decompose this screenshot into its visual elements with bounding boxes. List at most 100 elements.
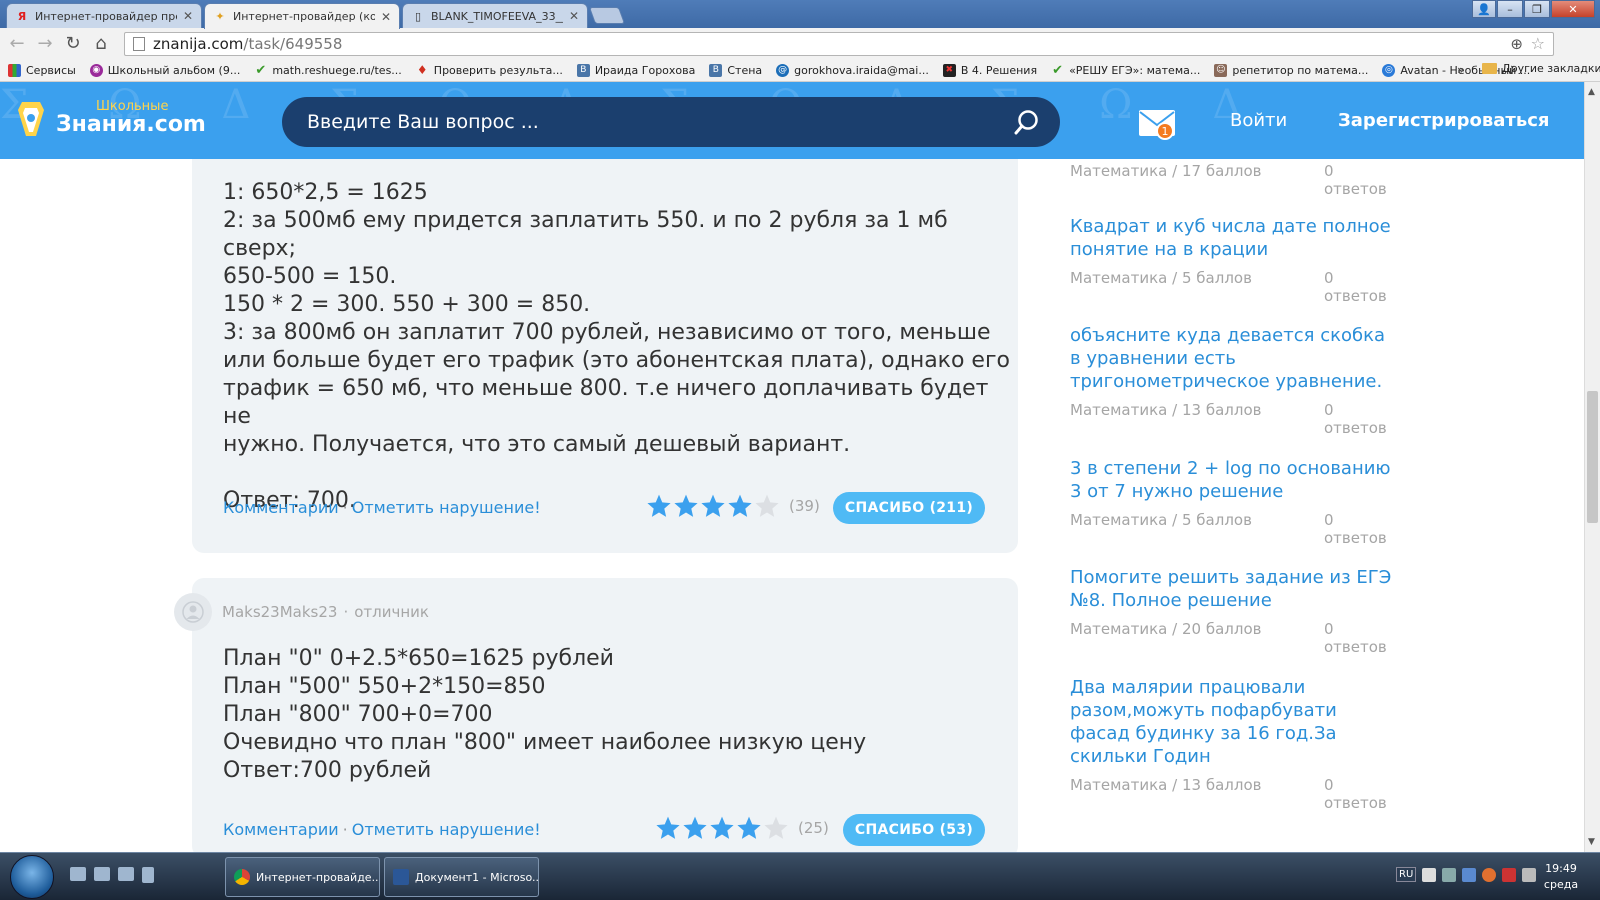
question-subject[interactable]: Математика <box>1070 401 1167 419</box>
sidebar-question: Математика / 17 баллов 0 ответов <box>1070 162 1400 198</box>
home-icon[interactable]: ⌂ <box>90 33 112 55</box>
question-subject[interactable]: Математика <box>1070 269 1167 287</box>
user-icon[interactable]: 👤 <box>1472 0 1496 18</box>
scroll-up-arrow-icon[interactable]: ▲ <box>1588 87 1595 97</box>
answer-rating[interactable]: (39) <box>646 493 820 519</box>
bookmarks-overflow-button[interactable]: » <box>1457 63 1464 77</box>
bookmark-item[interactable]: ◉ Школьный альбом (9... <box>89 63 240 77</box>
rating-star-icon[interactable] <box>646 493 672 519</box>
bookmark-item[interactable]: ✔ math.reshuege.ru/tes... <box>254 62 401 78</box>
system-tray: RU <box>1396 867 1537 882</box>
comments-link[interactable]: Комментарии <box>223 498 339 517</box>
rating-star-icon[interactable] <box>673 493 699 519</box>
volume-icon[interactable] <box>1522 867 1537 882</box>
tray-arrow-icon[interactable] <box>1442 867 1457 882</box>
question-title-link[interactable]: объясните куда девается скобка в уравнен… <box>1070 324 1400 393</box>
other-bookmarks-folder[interactable]: Другие закладки <box>1482 62 1600 75</box>
address-bar[interactable]: znanija.com/task/649558 ⊕ ☆ <box>124 32 1554 56</box>
network-icon[interactable] <box>1462 867 1477 882</box>
restore-button[interactable]: ❐ <box>1524 0 1550 18</box>
taskbar-word-window[interactable]: Документ1 - Microso... <box>384 857 539 897</box>
page-scrollbar[interactable]: ▲ ▼ <box>1584 82 1600 852</box>
question-title-link[interactable]: Квадрат и куб числа дате полное понятие … <box>1070 215 1400 261</box>
person-icon: ☺ <box>1214 63 1228 77</box>
checkmark-icon: ✔ <box>255 62 267 78</box>
site-logo[interactable]: Школьные Знания.com <box>14 96 206 140</box>
security-shield-icon[interactable] <box>1502 867 1517 882</box>
rating-star-icon[interactable] <box>727 493 753 519</box>
rating-star-icon[interactable] <box>709 815 735 841</box>
tab-2[interactable]: ✦ Интернет-провайдер (комп ✕ <box>204 3 400 29</box>
answer-line: 150 * 2 = 300. 550 + 300 = 850. <box>223 292 591 317</box>
answer-line: 2: за 500мб ему придется заплатить 550. … <box>223 208 948 261</box>
comments-link[interactable]: Комментарии <box>223 820 339 839</box>
language-indicator[interactable]: RU <box>1396 867 1417 882</box>
question-subject[interactable]: Математика <box>1070 776 1167 794</box>
bookmark-item[interactable]: ✔ «РЕШУ ЕГЭ»: матема... <box>1051 63 1200 78</box>
rating-star-icon[interactable] <box>763 815 789 841</box>
login-link[interactable]: Войти <box>1230 110 1287 131</box>
word-icon <box>393 869 409 885</box>
document-icon: ▯ <box>414 9 422 23</box>
new-tab-button[interactable] <box>588 7 626 24</box>
report-violation-link[interactable]: Отметить нарушение! <box>352 820 541 839</box>
bookmark-item[interactable]: ✖ В 4. Решения <box>942 63 1037 77</box>
question-title-link[interactable]: Помогите решить задание из ЕГЭ №8. Полно… <box>1070 566 1400 612</box>
question-search-input[interactable] <box>307 111 997 133</box>
close-tab-icon[interactable]: ✕ <box>183 9 193 23</box>
register-link[interactable]: Зарегистрироваться <box>1338 110 1549 131</box>
bookmark-star-icon[interactable]: ☆ <box>1531 34 1545 53</box>
antivirus-icon[interactable] <box>1482 867 1497 882</box>
minimize-button[interactable]: – <box>1497 0 1523 18</box>
question-subject[interactable]: Математика <box>1070 162 1167 180</box>
system-clock[interactable]: 19:49 среда <box>1536 861 1586 893</box>
zoom-icon[interactable]: ⊕ <box>1510 35 1523 53</box>
question-title-link[interactable]: Два малярии працювали разом,можуть пофар… <box>1070 676 1400 768</box>
author-username[interactable]: Maks23Maks23 <box>222 603 337 621</box>
answer-line: Ответ:700 рублей <box>223 758 432 783</box>
media-icon[interactable] <box>118 867 134 881</box>
bookmark-item[interactable]: ♦ Проверить результа... <box>416 63 563 77</box>
answer-rating[interactable]: (25) <box>655 815 829 841</box>
answer-author: Maks23Maks23 · отличник <box>174 593 429 631</box>
thanks-button[interactable]: СПАСИБО (211) <box>833 492 985 524</box>
reload-icon[interactable]: ↻ <box>62 33 84 55</box>
bookmark-item[interactable]: B Ираида Горохова <box>576 63 695 77</box>
forward-arrow-icon[interactable]: → <box>34 33 56 55</box>
thanks-button[interactable]: СПАСИБО (53) <box>843 814 985 846</box>
avatar[interactable] <box>174 593 212 631</box>
bookmark-item[interactable]: B Стена <box>709 63 762 77</box>
rating-star-icon[interactable] <box>682 815 708 841</box>
scrollbar-thumb[interactable] <box>1587 391 1598 523</box>
scroll-down-arrow-icon[interactable]: ▼ <box>1588 837 1595 847</box>
rating-star-icon[interactable] <box>700 493 726 519</box>
tab-1[interactable]: Я Интернет-провайдер пред ✕ <box>6 3 202 28</box>
close-tab-icon[interactable]: ✕ <box>569 9 579 23</box>
show-desktop-icon[interactable] <box>70 867 86 881</box>
taskbar-chrome-window[interactable]: Интернет-провайде... <box>225 857 380 897</box>
tab-3[interactable]: ▯ BLANK_TIMOFEEVA_33__3 ✕ <box>402 3 588 28</box>
close-tab-icon[interactable]: ✕ <box>381 10 391 24</box>
question-title-link[interactable]: 3 в степени 2 + log по основанию 3 от 7 … <box>1070 457 1400 503</box>
bookmark-label: Проверить результа... <box>433 63 563 77</box>
user-avatar-icon <box>182 601 204 623</box>
close-window-button[interactable]: ✕ <box>1551 0 1595 18</box>
bookmark-item[interactable]: @ gorokhova.iraida@mai... <box>776 63 929 77</box>
back-arrow-icon[interactable]: ← <box>6 33 28 55</box>
question-subject[interactable]: Математика <box>1070 620 1167 638</box>
bookmark-item[interactable]: ☺ репетитор по матема... <box>1214 63 1368 77</box>
rating-star-icon[interactable] <box>655 815 681 841</box>
rating-star-icon[interactable] <box>754 493 780 519</box>
logo-mark-icon <box>18 102 44 136</box>
report-violation-link[interactable]: Отметить нарушение! <box>352 498 541 517</box>
windows-start-button[interactable] <box>10 855 54 899</box>
document-quick-icon[interactable] <box>142 867 154 883</box>
explorer-icon[interactable] <box>94 867 110 881</box>
search-icon[interactable] <box>1014 109 1040 135</box>
question-subject[interactable]: Математика <box>1070 511 1167 529</box>
at-icon: @ <box>776 63 790 77</box>
help-icon[interactable] <box>1422 867 1437 882</box>
bookmark-item[interactable]: Сервисы <box>8 63 76 77</box>
meta-separator: / <box>1172 776 1178 794</box>
rating-star-icon[interactable] <box>736 815 762 841</box>
